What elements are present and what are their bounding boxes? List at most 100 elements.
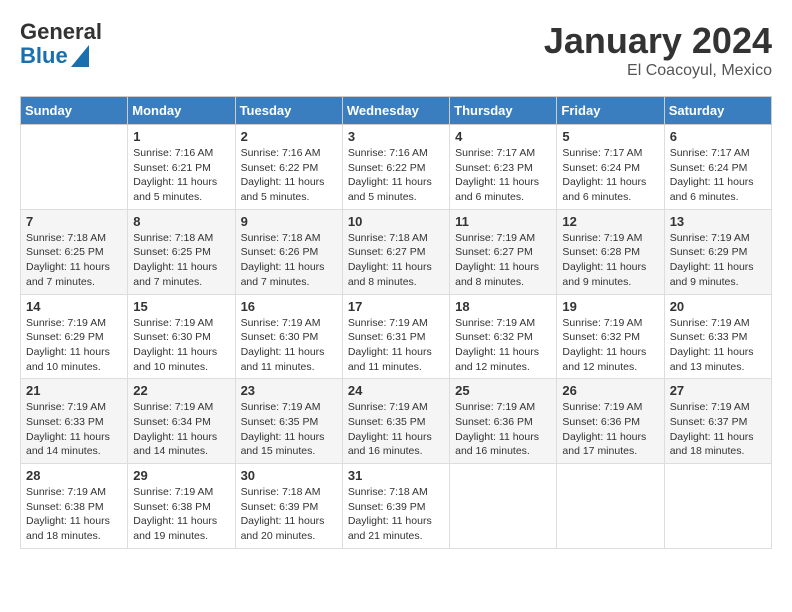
day-number: 10 <box>348 214 444 229</box>
calendar-cell: 1 Sunrise: 7:16 AM Sunset: 6:21 PM Daylig… <box>128 125 235 210</box>
weekday-header: Tuesday <box>235 97 342 125</box>
day-info: Sunrise: 7:19 AM Sunset: 6:30 PM Dayligh… <box>241 316 337 375</box>
day-number: 24 <box>348 383 444 398</box>
weekday-header: Sunday <box>21 97 128 125</box>
calendar-cell: 3 Sunrise: 7:16 AM Sunset: 6:22 PM Daylig… <box>342 125 449 210</box>
day-info: Sunrise: 7:18 AM Sunset: 6:39 PM Dayligh… <box>348 485 444 544</box>
day-number: 3 <box>348 129 444 144</box>
logo-icon <box>71 45 89 67</box>
day-info: Sunrise: 7:18 AM Sunset: 6:25 PM Dayligh… <box>26 231 122 290</box>
calendar-cell: 18Sunrise: 7:19 AM Sunset: 6:32 PM Dayli… <box>450 294 557 379</box>
calendar-cell: 30 Sunrise: 7:18 AM Sunset: 6:39 PM Dayli… <box>235 464 342 549</box>
day-number: 14 <box>26 299 122 314</box>
day-number: 20 <box>670 299 766 314</box>
calendar-cell: 21 Sunrise: 7:19 AM Sunset: 6:33 PM Dayli… <box>21 379 128 464</box>
day-number: 2 <box>241 129 337 144</box>
day-number: 22 <box>133 383 229 398</box>
calendar-cell: 22 Sunrise: 7:19 AM Sunset: 6:34 PM Dayli… <box>128 379 235 464</box>
day-number: 27 <box>670 383 766 398</box>
calendar-cell: 13Sunrise: 7:19 AM Sunset: 6:29 PM Dayli… <box>664 209 771 294</box>
day-info: Sunrise: 7:19 AM Sunset: 6:32 PM Dayligh… <box>455 316 551 375</box>
day-number: 23 <box>241 383 337 398</box>
calendar-cell: 2 Sunrise: 7:16 AM Sunset: 6:22 PM Daylig… <box>235 125 342 210</box>
logo-general: General <box>20 20 102 44</box>
day-info: Sunrise: 7:19 AM Sunset: 6:35 PM Dayligh… <box>241 400 337 459</box>
logo: General Blue <box>20 20 102 68</box>
weekday-header: Saturday <box>664 97 771 125</box>
calendar-week-row: 1 Sunrise: 7:16 AM Sunset: 6:21 PM Daylig… <box>21 125 772 210</box>
day-number: 16 <box>241 299 337 314</box>
day-info: Sunrise: 7:19 AM Sunset: 6:37 PM Dayligh… <box>670 400 766 459</box>
day-info: Sunrise: 7:16 AM Sunset: 6:22 PM Dayligh… <box>348 146 444 205</box>
day-number: 17 <box>348 299 444 314</box>
calendar-cell: 4 Sunrise: 7:17 AM Sunset: 6:23 PM Daylig… <box>450 125 557 210</box>
location-title: El Coacoyul, Mexico <box>544 62 772 80</box>
month-title: January 2024 <box>544 20 772 62</box>
day-number: 28 <box>26 468 122 483</box>
calendar-cell: 5Sunrise: 7:17 AM Sunset: 6:24 PM Daylig… <box>557 125 664 210</box>
calendar-cell: 26Sunrise: 7:19 AM Sunset: 6:36 PM Dayli… <box>557 379 664 464</box>
weekday-header-row: SundayMondayTuesdayWednesdayThursdayFrid… <box>21 97 772 125</box>
calendar-cell: 29 Sunrise: 7:19 AM Sunset: 6:38 PM Dayli… <box>128 464 235 549</box>
calendar-cell: 17 Sunrise: 7:19 AM Sunset: 6:31 PM Dayli… <box>342 294 449 379</box>
calendar-week-row: 7 Sunrise: 7:18 AM Sunset: 6:25 PM Daylig… <box>21 209 772 294</box>
day-info: Sunrise: 7:18 AM Sunset: 6:27 PM Dayligh… <box>348 231 444 290</box>
day-number: 6 <box>670 129 766 144</box>
calendar-cell: 8Sunrise: 7:18 AM Sunset: 6:25 PM Daylig… <box>128 209 235 294</box>
weekday-header: Thursday <box>450 97 557 125</box>
calendar-cell: 24 Sunrise: 7:19 AM Sunset: 6:35 PM Dayli… <box>342 379 449 464</box>
calendar-cell: 25 Sunrise: 7:19 AM Sunset: 6:36 PM Dayli… <box>450 379 557 464</box>
day-info: Sunrise: 7:19 AM Sunset: 6:36 PM Dayligh… <box>455 400 551 459</box>
day-number: 12 <box>562 214 658 229</box>
day-info: Sunrise: 7:19 AM Sunset: 6:28 PM Dayligh… <box>562 231 658 290</box>
day-info: Sunrise: 7:19 AM Sunset: 6:35 PM Dayligh… <box>348 400 444 459</box>
calendar-cell: 10 Sunrise: 7:18 AM Sunset: 6:27 PM Dayli… <box>342 209 449 294</box>
day-info: Sunrise: 7:19 AM Sunset: 6:33 PM Dayligh… <box>670 316 766 375</box>
day-number: 21 <box>26 383 122 398</box>
day-info: Sunrise: 7:18 AM Sunset: 6:39 PM Dayligh… <box>241 485 337 544</box>
calendar-cell: 7 Sunrise: 7:18 AM Sunset: 6:25 PM Daylig… <box>21 209 128 294</box>
calendar-cell: 23 Sunrise: 7:19 AM Sunset: 6:35 PM Dayli… <box>235 379 342 464</box>
day-info: Sunrise: 7:17 AM Sunset: 6:24 PM Dayligh… <box>562 146 658 205</box>
calendar-week-row: 28 Sunrise: 7:19 AM Sunset: 6:38 PM Dayli… <box>21 464 772 549</box>
title-block: January 2024 El Coacoyul, Mexico <box>544 20 772 80</box>
calendar-cell: 31Sunrise: 7:18 AM Sunset: 6:39 PM Dayli… <box>342 464 449 549</box>
calendar-cell <box>21 125 128 210</box>
day-number: 4 <box>455 129 551 144</box>
day-number: 7 <box>26 214 122 229</box>
calendar-week-row: 14 Sunrise: 7:19 AM Sunset: 6:29 PM Dayli… <box>21 294 772 379</box>
calendar-cell: 6Sunrise: 7:17 AM Sunset: 6:24 PM Daylig… <box>664 125 771 210</box>
calendar-cell <box>664 464 771 549</box>
day-number: 9 <box>241 214 337 229</box>
day-number: 1 <box>133 129 229 144</box>
calendar-cell: 20 Sunrise: 7:19 AM Sunset: 6:33 PM Dayli… <box>664 294 771 379</box>
calendar-cell: 11Sunrise: 7:19 AM Sunset: 6:27 PM Dayli… <box>450 209 557 294</box>
day-info: Sunrise: 7:19 AM Sunset: 6:34 PM Dayligh… <box>133 400 229 459</box>
day-number: 29 <box>133 468 229 483</box>
day-info: Sunrise: 7:18 AM Sunset: 6:26 PM Dayligh… <box>241 231 337 290</box>
day-number: 8 <box>133 214 229 229</box>
calendar-week-row: 21 Sunrise: 7:19 AM Sunset: 6:33 PM Dayli… <box>21 379 772 464</box>
page-header: General Blue January 2024 El Coacoyul, M… <box>20 20 772 80</box>
day-info: Sunrise: 7:19 AM Sunset: 6:33 PM Dayligh… <box>26 400 122 459</box>
weekday-header: Wednesday <box>342 97 449 125</box>
day-info: Sunrise: 7:19 AM Sunset: 6:30 PM Dayligh… <box>133 316 229 375</box>
day-info: Sunrise: 7:17 AM Sunset: 6:23 PM Dayligh… <box>455 146 551 205</box>
day-number: 19 <box>562 299 658 314</box>
day-info: Sunrise: 7:19 AM Sunset: 6:31 PM Dayligh… <box>348 316 444 375</box>
day-info: Sunrise: 7:16 AM Sunset: 6:21 PM Dayligh… <box>133 146 229 205</box>
day-info: Sunrise: 7:16 AM Sunset: 6:22 PM Dayligh… <box>241 146 337 205</box>
logo-blue: Blue <box>20 44 68 68</box>
day-number: 30 <box>241 468 337 483</box>
day-info: Sunrise: 7:19 AM Sunset: 6:29 PM Dayligh… <box>26 316 122 375</box>
weekday-header: Friday <box>557 97 664 125</box>
day-info: Sunrise: 7:19 AM Sunset: 6:38 PM Dayligh… <box>133 485 229 544</box>
calendar-cell: 19 Sunrise: 7:19 AM Sunset: 6:32 PM Dayli… <box>557 294 664 379</box>
day-info: Sunrise: 7:19 AM Sunset: 6:32 PM Dayligh… <box>562 316 658 375</box>
day-info: Sunrise: 7:19 AM Sunset: 6:27 PM Dayligh… <box>455 231 551 290</box>
day-number: 25 <box>455 383 551 398</box>
day-info: Sunrise: 7:19 AM Sunset: 6:29 PM Dayligh… <box>670 231 766 290</box>
calendar-cell: 12 Sunrise: 7:19 AM Sunset: 6:28 PM Dayli… <box>557 209 664 294</box>
calendar-cell: 28Sunrise: 7:19 AM Sunset: 6:38 PM Dayli… <box>21 464 128 549</box>
calendar-table: SundayMondayTuesdayWednesdayThursdayFrid… <box>20 96 772 549</box>
